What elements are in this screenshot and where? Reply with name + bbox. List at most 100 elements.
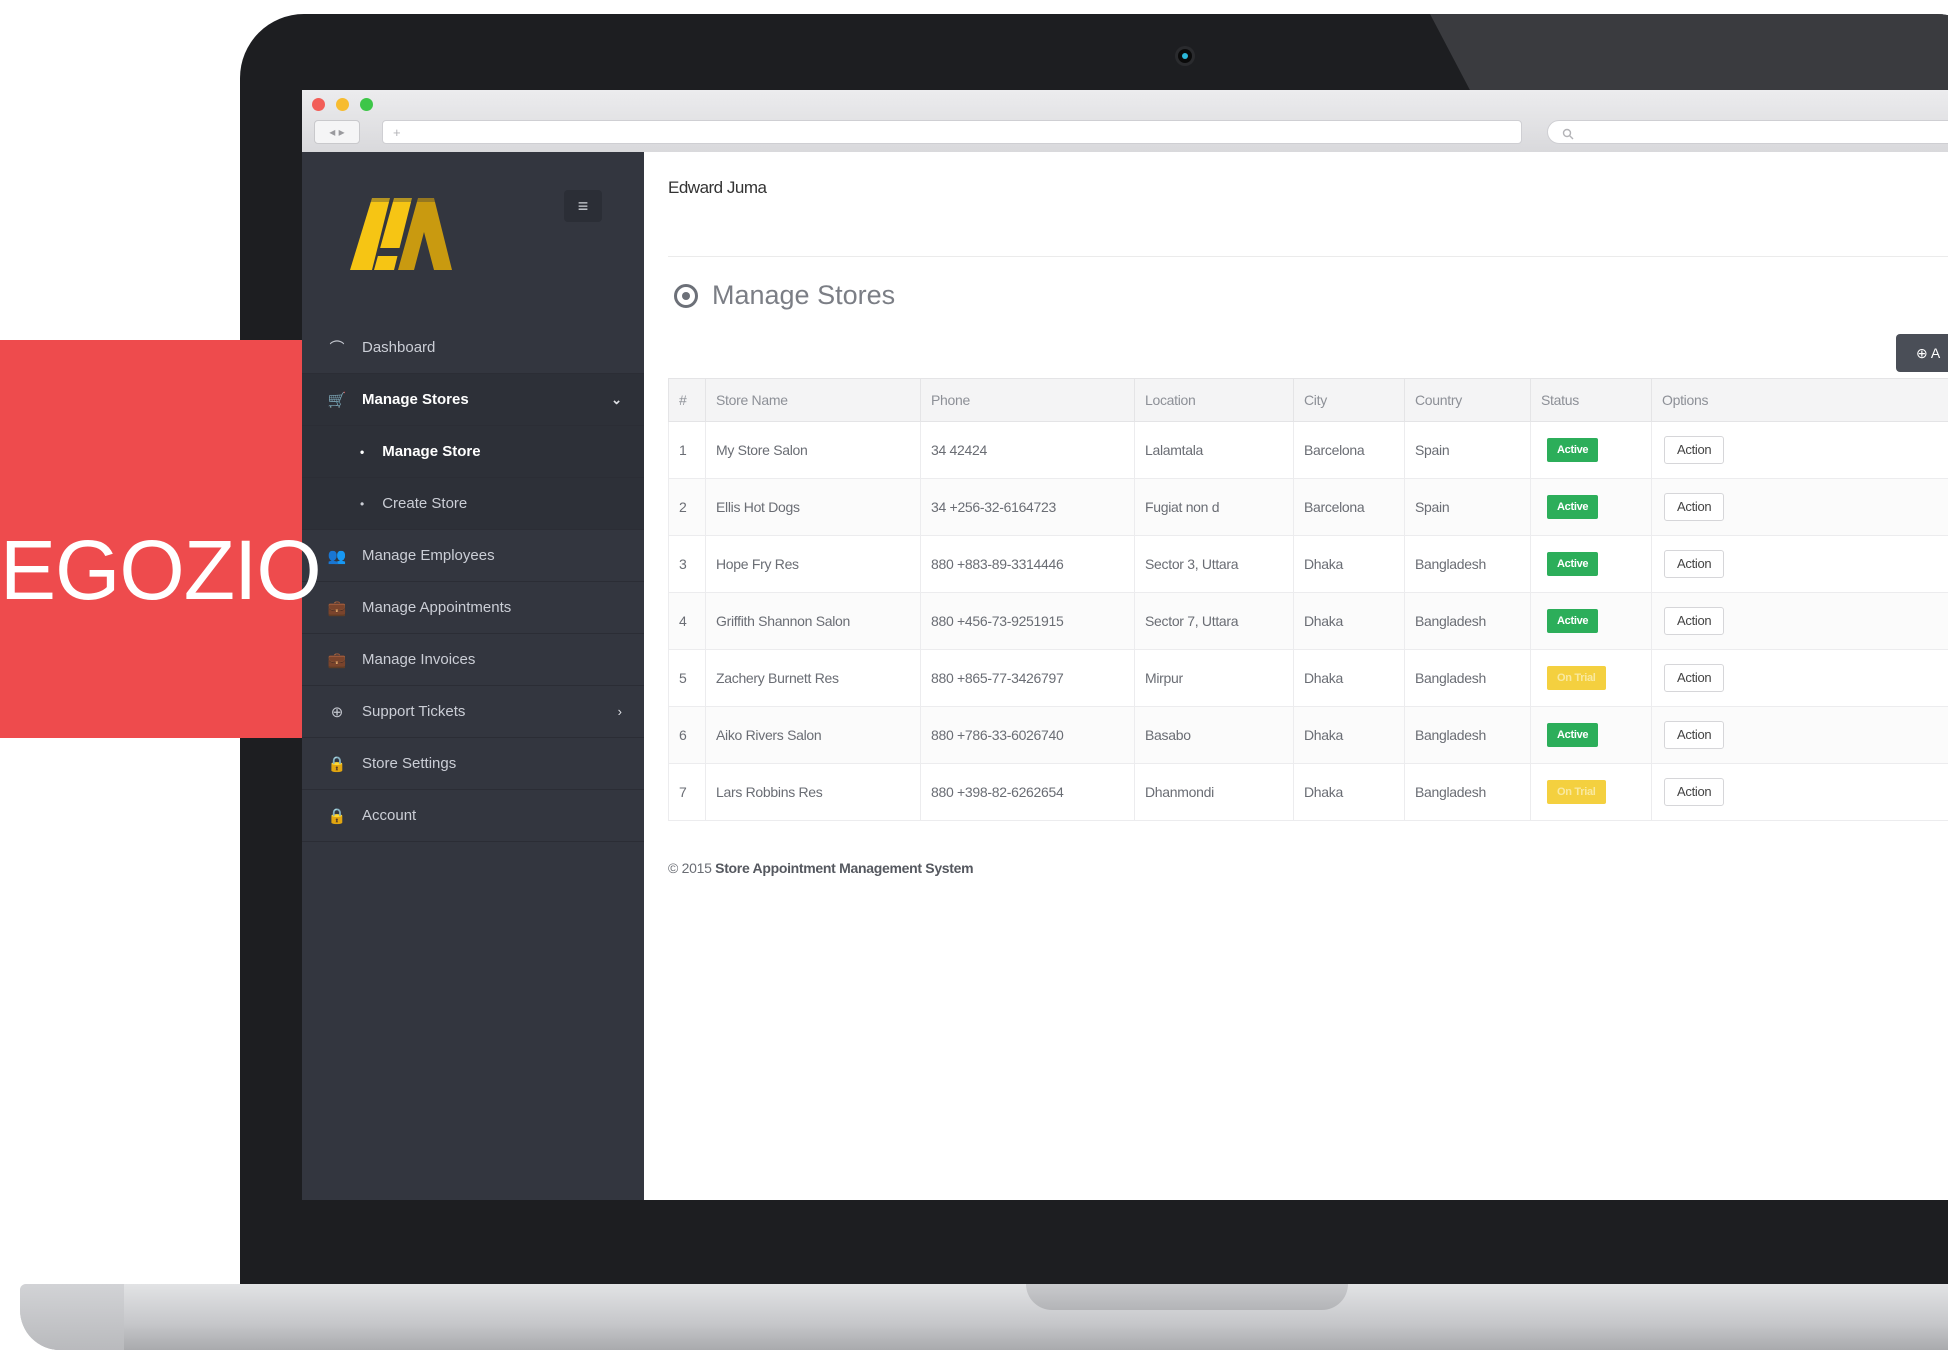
store-phone: 880 +786-33-6026740 bbox=[920, 706, 1135, 764]
column-header[interactable]: Phone bbox=[920, 378, 1135, 422]
sidebar-item-account[interactable]: 🔒 Account bbox=[302, 790, 644, 842]
status-cell: Active bbox=[1530, 706, 1652, 764]
sidebar-item-manage-invoices[interactable]: 💼 Manage Invoices bbox=[302, 634, 644, 686]
status-cell: On Trial bbox=[1530, 649, 1652, 707]
store-country: Bangladesh bbox=[1404, 592, 1531, 650]
action-button[interactable]: Action bbox=[1664, 493, 1725, 521]
user-name[interactable]: Edward Juma bbox=[668, 178, 767, 198]
table-row[interactable]: 4 Griffith Shannon Salon 880 +456-73-92519… bbox=[668, 592, 1948, 650]
status-badge: Active bbox=[1547, 723, 1599, 747]
options-cell: Action bbox=[1651, 421, 1948, 479]
status-cell: Active bbox=[1530, 478, 1652, 536]
main-content: Edward Juma Manage Stores ⊕ A # Store Na… bbox=[644, 152, 1948, 1200]
sidebar-item-label: Create Store bbox=[382, 495, 468, 512]
table-row[interactable]: 3 Hope Fry Res 880 +883-89-3314446 Sector 3… bbox=[668, 535, 1948, 593]
store-city: Dhaka bbox=[1293, 706, 1405, 764]
table-row[interactable]: 2 Ellis Hot Dogs 34 +256-32-6164723 Fugiat … bbox=[668, 478, 1948, 536]
action-button[interactable]: Action bbox=[1664, 436, 1725, 464]
store-phone: 880 +456-73-9251915 bbox=[920, 592, 1135, 650]
store-city: Dhaka bbox=[1293, 592, 1405, 650]
app-logo[interactable] bbox=[342, 192, 462, 272]
action-button[interactable]: Action bbox=[1664, 778, 1725, 806]
sidebar-item-dashboard[interactable]: ⌒ Dashboard bbox=[302, 322, 644, 374]
promo-banner-text: EGOZIO bbox=[0, 523, 322, 617]
sidebar-subitem-manage-store[interactable]: • Manage Store bbox=[302, 426, 644, 478]
store-city: Dhaka bbox=[1293, 535, 1405, 593]
action-button[interactable]: Action bbox=[1664, 721, 1725, 749]
window-minimize-button[interactable] bbox=[336, 98, 349, 111]
column-header[interactable]: # bbox=[668, 378, 706, 422]
column-header[interactable]: Location bbox=[1134, 378, 1294, 422]
menu-toggle-button[interactable]: ≡ bbox=[564, 190, 602, 222]
options-cell: Action bbox=[1651, 592, 1948, 650]
cart-icon: 🛒 bbox=[327, 391, 347, 409]
briefcase-icon: 💼 bbox=[327, 599, 347, 617]
sidebar-item-label: Manage Invoices bbox=[362, 651, 476, 668]
sidebar-item-support-tickets[interactable]: ⊕ Support Tickets › bbox=[302, 686, 644, 738]
status-badge: Active bbox=[1547, 495, 1599, 519]
sidebar-item-store-settings[interactable]: 🔒 Store Settings bbox=[302, 738, 644, 790]
store-location: Basabo bbox=[1134, 706, 1294, 764]
sidebar-item-label: Manage Store bbox=[382, 443, 481, 460]
column-header[interactable]: Options bbox=[1651, 378, 1948, 422]
status-cell: On Trial bbox=[1530, 763, 1652, 821]
sidebar-item-label: Support Tickets bbox=[362, 703, 466, 720]
options-cell: Action bbox=[1651, 649, 1948, 707]
dashboard-icon: ⌒ bbox=[329, 340, 345, 357]
store-location: Sector 7, Uttara bbox=[1134, 592, 1294, 650]
column-header[interactable]: City bbox=[1293, 378, 1405, 422]
store-country: Bangladesh bbox=[1404, 706, 1531, 764]
chevron-down-icon: ⌄ bbox=[611, 391, 622, 407]
window-maximize-button[interactable] bbox=[360, 98, 373, 111]
back-forward-buttons[interactable]: ◂ ▸ bbox=[314, 120, 360, 144]
store-phone: 34 +256-32-6164723 bbox=[920, 478, 1135, 536]
add-store-button[interactable]: ⊕ A bbox=[1896, 334, 1948, 372]
sidebar-item-label: Account bbox=[362, 807, 417, 824]
status-cell: Active bbox=[1530, 535, 1652, 593]
status-badge: Active bbox=[1547, 609, 1599, 633]
users-icon: 👥 bbox=[327, 547, 347, 565]
store-country: Bangladesh bbox=[1404, 649, 1531, 707]
table-row[interactable]: 7 Lars Robbins Res 880 +398-82-6262654 Dhan… bbox=[668, 763, 1948, 821]
status-cell: Active bbox=[1530, 421, 1652, 479]
support-icon: ⊕ bbox=[330, 703, 344, 721]
store-phone: 34 42424 bbox=[920, 421, 1135, 479]
row-number: 3 bbox=[668, 535, 706, 593]
laptop-screen: ◂ ▸ + ≡ ⌒ Dashboard 🛒 Manage Stores ⌄ • … bbox=[302, 90, 1948, 1200]
sidebar-subitem-create-store[interactable]: • Create Store bbox=[302, 478, 644, 530]
page-title: Manage Stores bbox=[674, 280, 895, 311]
action-button[interactable]: Action bbox=[1664, 607, 1725, 635]
table-row[interactable]: 1 My Store Salon 34 42424 Lalamtala Barcelon… bbox=[668, 421, 1948, 479]
sidebar-item-label: Store Settings bbox=[362, 755, 457, 772]
sidebar-item-manage-employees[interactable]: 👥 Manage Employees bbox=[302, 530, 644, 582]
table-row[interactable]: 6 Aiko Rivers Salon 880 +786-33-6026740 Bas… bbox=[668, 706, 1948, 764]
status-badge: Active bbox=[1547, 552, 1599, 576]
options-cell: Action bbox=[1651, 763, 1948, 821]
table-row[interactable]: 5 Zachery Burnett Res 880 +865-77-3426797 M… bbox=[668, 649, 1948, 707]
action-button[interactable]: Action bbox=[1664, 550, 1725, 578]
column-header[interactable]: Country bbox=[1404, 378, 1531, 422]
store-country: Spain bbox=[1404, 421, 1531, 479]
bullet-icon: • bbox=[360, 496, 365, 511]
store-name: My Store Salon bbox=[705, 421, 921, 479]
browser-search-bar[interactable] bbox=[1547, 120, 1948, 144]
store-city: Barcelona bbox=[1293, 421, 1405, 479]
store-location: Dhanmondi bbox=[1134, 763, 1294, 821]
sidebar-item-label: Manage Appointments bbox=[362, 599, 512, 616]
column-header[interactable]: Status bbox=[1530, 378, 1652, 422]
window-close-button[interactable] bbox=[312, 98, 325, 111]
options-cell: Action bbox=[1651, 535, 1948, 593]
briefcase-icon: 💼 bbox=[327, 651, 347, 669]
store-name: Hope Fry Res bbox=[705, 535, 921, 593]
action-button[interactable]: Action bbox=[1664, 664, 1725, 692]
store-phone: 880 +398-82-6262654 bbox=[920, 763, 1135, 821]
address-bar[interactable]: + bbox=[382, 120, 1522, 144]
sidebar-item-manage-stores[interactable]: 🛒 Manage Stores ⌄ bbox=[302, 374, 644, 426]
chevron-right-icon: › bbox=[617, 704, 622, 719]
sidebar-item-manage-appointments[interactable]: 💼 Manage Appointments bbox=[302, 582, 644, 634]
footer-system-name: Store Appointment Management System bbox=[715, 860, 974, 876]
options-cell: Action bbox=[1651, 706, 1948, 764]
bullet-icon: • bbox=[360, 444, 365, 459]
column-header[interactable]: Store Name bbox=[705, 378, 921, 422]
laptop-base-edge bbox=[20, 1284, 124, 1350]
